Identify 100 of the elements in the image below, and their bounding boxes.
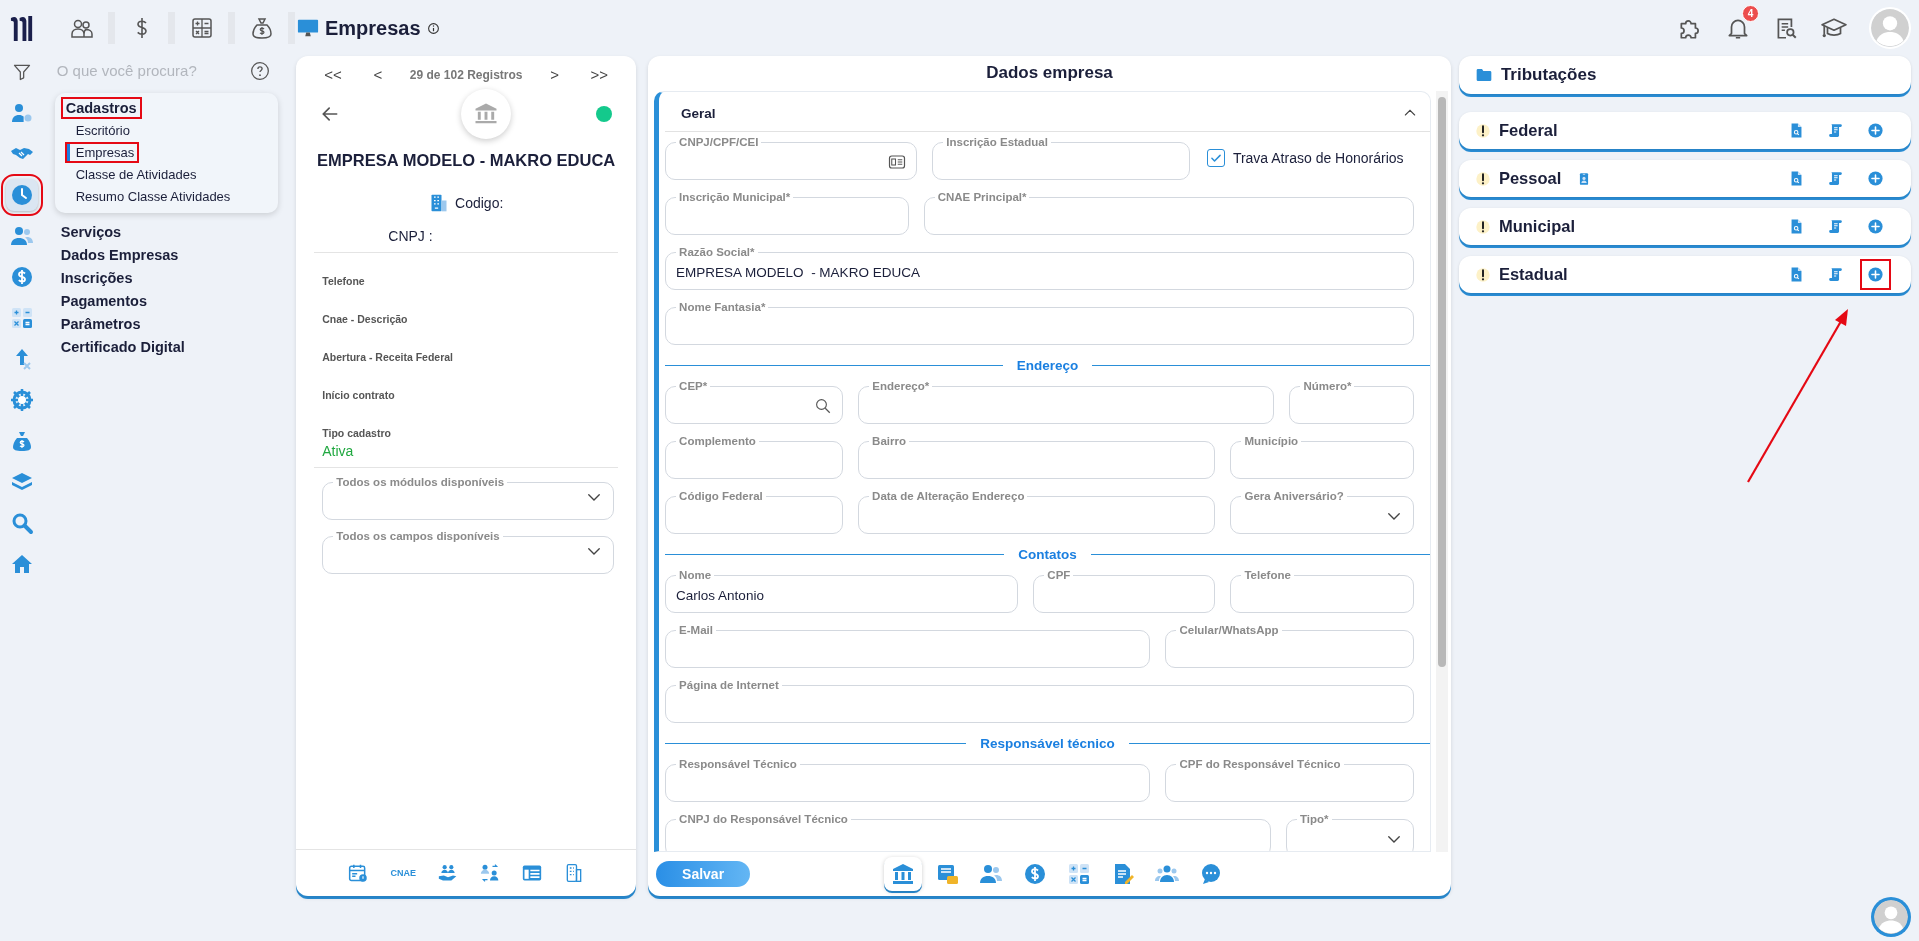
company-name: EMPRESA MODELO - MAKRO EDUCA [316,151,617,170]
input-field[interactable]: Número* [1289,380,1414,424]
scroll-icon[interactable] [1827,170,1844,187]
checkbox[interactable] [1206,149,1225,167]
tax-card[interactable]: Municipal [1458,208,1911,245]
warning-icon [1474,266,1491,283]
input-field[interactable]: Data de Alteração Endereço [858,490,1216,534]
input-field[interactable]: Razão Social* EMPRESA MODELO - MAKRO EDUCA [665,246,1414,290]
users-icon [10,224,35,248]
info-label: Abertura - Receita Federal [322,351,454,363]
input-field[interactable]: Complemento [665,435,844,479]
section-heading: Responsável técnico [980,736,1115,751]
input-field[interactable]: Nome Fantasia* [665,301,1414,345]
menu-group[interactable]: Pagamentos [57,292,150,310]
calendar-icon[interactable] [348,863,369,883]
scroll-icon[interactable] [1827,122,1844,139]
record-counter: 29 de 102 Registros [409,67,523,82]
input-field[interactable]: Telefone [1230,569,1414,613]
input-field[interactable]: Bairro [858,435,1216,479]
warning-icon [1474,170,1491,187]
scroll-icon[interactable] [1827,218,1844,235]
info-label: Tipo cadastro [322,427,392,439]
calculator-icon [1067,862,1092,886]
code-label: Codigo: [455,195,504,211]
gear-icon [10,388,35,412]
select-field[interactable]: Gera Aniversário? [1230,490,1414,534]
search-icon [10,511,35,535]
assistant-avatar[interactable] [1871,897,1911,937]
tax-card[interactable]: Federal [1458,112,1911,149]
info-icon[interactable] [426,21,440,35]
notification-badge: 4 [1742,5,1759,22]
dollar-icon [10,265,35,289]
menu-group[interactable]: Parâmetros [57,315,144,333]
search-icon [814,397,833,415]
hand-users-icon[interactable] [437,863,458,883]
menu-item[interactable]: Escritório [66,122,133,139]
save-button[interactable]: Salvar [656,861,751,887]
select-field[interactable]: Todos os campos disponíveis [322,530,615,574]
checkbox-label[interactable]: Trava Atraso de Honorários [1232,150,1404,166]
menu-group[interactable]: Serviços [57,223,125,241]
previous-page-button[interactable]: < [369,64,387,85]
input-field[interactable]: CPF do Responsável Técnico [1165,758,1414,802]
last-page-button[interactable]: >> [586,64,613,85]
input-field[interactable]: Endereço* [858,380,1275,424]
next-page-button[interactable]: > [546,64,563,85]
input-field[interactable]: Inscrição Municipal* [665,191,909,235]
menu-item[interactable]: Empresas [66,144,138,161]
input-field[interactable]: Inscrição Estadual [932,136,1190,180]
info-value: Ativa [322,443,355,459]
users-swap-icon[interactable] [479,863,500,883]
users-icon [979,862,1004,886]
tax-title: Pessoal [1498,169,1562,188]
add-icon [1867,170,1884,187]
cnpj-label: CNPJ : [388,228,433,244]
tax-title: Federal [1498,121,1558,140]
add-icon [1867,266,1884,283]
menu-group[interactable]: Certificado Digital [57,338,188,356]
filter-icon[interactable] [12,62,33,82]
help-icon[interactable] [249,60,270,81]
cnae-tab[interactable]: CNAE [390,868,416,878]
first-page-button[interactable]: << [320,64,346,85]
add-button[interactable] [1860,259,1891,290]
input-field[interactable]: Celular/WhatsApp [1165,624,1414,668]
input-field[interactable]: Município [1230,435,1414,479]
person-silhouette-icon [1874,900,1908,934]
page-title: Empresas [325,16,421,40]
tax-title: Estadual [1498,265,1568,284]
tax-card[interactable]: Estadual [1458,256,1911,293]
tax-title: Municipal [1498,217,1575,236]
monitor-icon [297,17,319,39]
cash-register-icon [935,862,960,886]
menu-item[interactable]: Resumo Classe Atividades [66,188,234,205]
menu-group[interactable]: Inscrições [57,269,136,287]
input-field[interactable]: CPF [1033,569,1216,613]
input-field[interactable]: Código Federal [665,490,844,534]
input-field[interactable]: CNAE Principal* [923,191,1414,235]
input-field[interactable]: CNPJ/CPF/CEI [665,136,918,180]
input-field[interactable]: Nome Carlos Antonio [665,569,1019,613]
panel-title: Tributações [1500,65,1597,85]
input-field[interactable]: Responsável Técnico [665,758,1151,802]
id-card-icon[interactable] [521,863,542,883]
calculator-icon [189,16,214,40]
money-bag-icon [249,16,274,40]
bank-icon [891,862,916,886]
add-icon [1867,218,1884,235]
input-field[interactable]: E-Mail [665,624,1151,668]
input-field[interactable]: Página de Internet [665,679,1414,723]
section-title: Geral [681,105,716,121]
scroll-icon[interactable] [1827,266,1844,283]
folder-icon [1474,67,1493,83]
menu-item[interactable]: Classe de Atividades [66,166,200,183]
select-field[interactable]: Todos os módulos disponíveis [322,476,615,520]
search-field[interactable]: O que você procura? [54,60,239,81]
tab[interactable] [884,857,923,891]
warning-icon [1474,122,1491,139]
search-field[interactable]: CEP* [665,380,844,424]
scrollbar[interactable] [1435,91,1448,852]
menu-group[interactable]: Cadastros [62,99,140,117]
tax-card[interactable]: Pessoal [1458,160,1911,197]
menu-group[interactable]: Dados Empresas [57,246,182,264]
